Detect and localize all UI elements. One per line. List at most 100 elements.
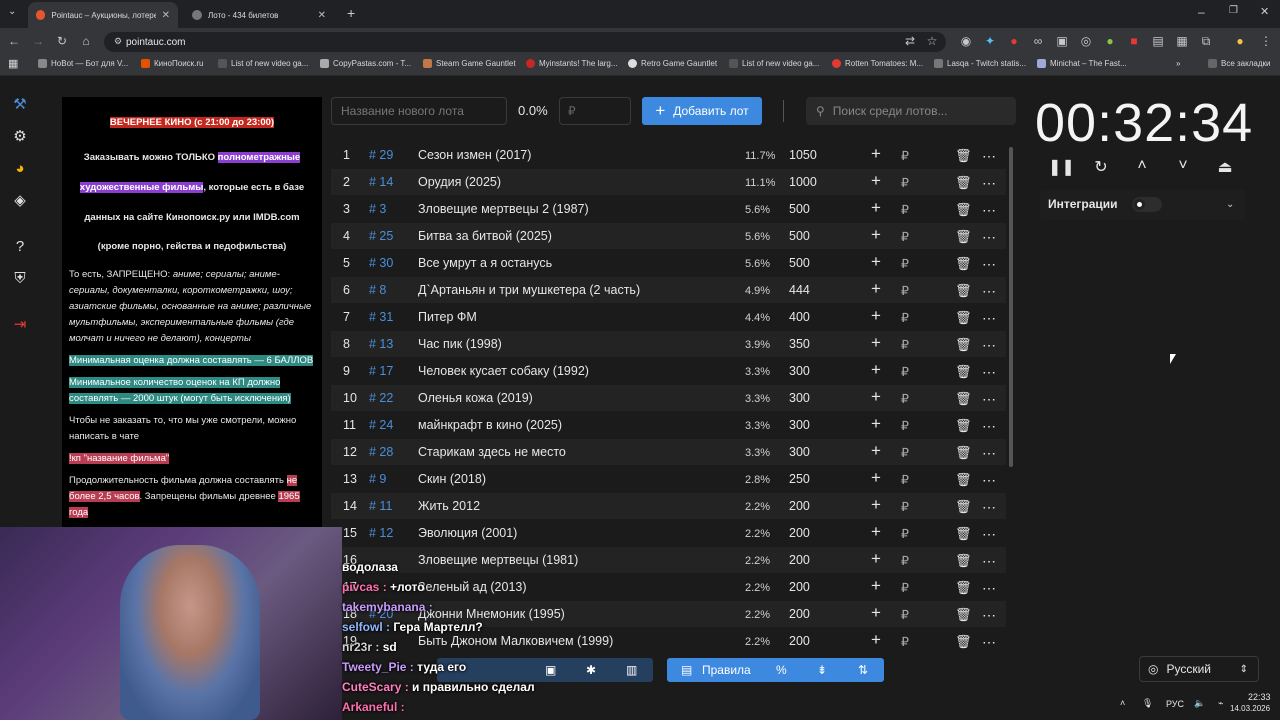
more-dots-icon[interactable]: ⋯ xyxy=(982,202,997,219)
trash-icon[interactable]: 🗑 xyxy=(955,256,972,272)
profile-avatar-icon[interactable]: ● xyxy=(1232,34,1248,48)
add-amount-icon[interactable]: + xyxy=(871,279,881,299)
ruble-icon[interactable]: ₽ xyxy=(901,256,909,271)
rules-icon[interactable]: ▤ xyxy=(681,663,692,677)
lot-name[interactable]: Жить 2012 xyxy=(418,499,480,513)
lot-amount[interactable]: 500 xyxy=(789,256,810,270)
extension-icon[interactable]: ∞ xyxy=(1030,34,1046,48)
more-dots-icon[interactable]: ⋯ xyxy=(982,148,997,165)
trash-icon[interactable]: 🗑 xyxy=(955,499,972,515)
more-dots-icon[interactable]: ⋯ xyxy=(982,310,997,327)
bookmark-item[interactable]: HoBot — Бот для V... xyxy=(38,59,128,68)
lot-amount[interactable]: 444 xyxy=(789,283,810,297)
tab-loto[interactable]: Лото - 434 билетов ✕ xyxy=(184,2,334,28)
ruble-icon[interactable]: ₽ xyxy=(901,337,909,352)
chevron-up-icon[interactable]: ˄ xyxy=(1131,157,1153,175)
reset-icon[interactable]: ↻ xyxy=(1090,157,1112,177)
lot-name[interactable]: Все умрут а я останусь xyxy=(418,256,552,270)
lot-name[interactable]: Быть Джоном Малковичем (1999) xyxy=(418,634,613,648)
more-dots-icon[interactable]: ⋯ xyxy=(982,445,997,462)
bookmark-item[interactable]: Steam Game Gauntlet xyxy=(423,59,516,68)
extension-icon[interactable]: ■ xyxy=(1126,34,1142,48)
bookmark-item[interactable]: CopyPastas.com - T... xyxy=(320,59,411,68)
back-icon[interactable]: ← xyxy=(6,34,22,48)
more-dots-icon[interactable]: ⋯ xyxy=(982,526,997,543)
extension-icon[interactable]: ● xyxy=(1102,34,1118,48)
extension-icon[interactable]: ◎ xyxy=(1078,34,1094,48)
settings-gear-icon[interactable]: ⚙ xyxy=(10,127,30,147)
ruble-icon[interactable]: ₽ xyxy=(901,526,909,541)
ruble-icon[interactable]: ₽ xyxy=(901,472,909,487)
lot-amount[interactable]: 300 xyxy=(789,364,810,378)
chevron-down-icon[interactable]: ˅ xyxy=(1172,157,1194,175)
percent-icon[interactable]: % xyxy=(776,663,787,677)
lot-amount[interactable]: 200 xyxy=(789,607,810,621)
close-tab-icon[interactable]: ✕ xyxy=(318,10,326,21)
lot-name[interactable]: Человек кусает собаку (1992) xyxy=(418,364,589,378)
lot-amount[interactable]: 500 xyxy=(789,202,810,216)
clock-time[interactable]: 22:33 xyxy=(1248,692,1271,702)
eject-up-icon[interactable]: ⏏ xyxy=(1214,157,1236,177)
language-select[interactable]: ◎ Русский ⇕ xyxy=(1139,656,1259,682)
lot-amount[interactable]: 300 xyxy=(789,391,810,405)
wheel-icon[interactable]: ◕ xyxy=(10,159,30,179)
lot-amount[interactable]: 200 xyxy=(789,526,810,540)
lot-amount[interactable]: 200 xyxy=(789,553,810,567)
trash-icon[interactable]: 🗑 xyxy=(955,175,972,191)
trash-icon[interactable]: 🗑 xyxy=(955,607,972,623)
trash-icon[interactable]: 🗑 xyxy=(955,283,972,299)
more-dots-icon[interactable]: ⋯ xyxy=(982,472,997,489)
extension-icon[interactable]: ▣ xyxy=(1054,34,1070,48)
home-icon[interactable]: ⌂ xyxy=(78,34,94,48)
ruble-icon[interactable]: ₽ xyxy=(901,391,909,406)
lot-amount[interactable]: 400 xyxy=(789,310,810,324)
ruble-icon[interactable]: ₽ xyxy=(901,229,909,244)
add-amount-icon[interactable]: + xyxy=(871,171,881,191)
more-dots-icon[interactable]: ⋯ xyxy=(982,229,997,246)
ruble-icon[interactable]: ₽ xyxy=(901,580,909,595)
lot-search-input[interactable]: ⚲ Поиск среди лотов... xyxy=(806,97,1016,125)
add-amount-icon[interactable]: + xyxy=(871,225,881,245)
trash-icon[interactable]: ▥ xyxy=(626,663,637,677)
ruble-icon[interactable]: ₽ xyxy=(901,175,909,190)
ruble-icon[interactable]: ₽ xyxy=(901,553,909,568)
add-amount-icon[interactable]: + xyxy=(871,198,881,218)
bookmark-item[interactable]: List of new video ga... xyxy=(729,59,819,68)
trash-icon[interactable]: 🗑 xyxy=(955,202,972,218)
address-bar[interactable]: pointauc.com xyxy=(104,32,946,52)
bookmark-star-icon[interactable]: ☆ xyxy=(924,34,940,48)
network-icon[interactable]: ⌁ xyxy=(1218,698,1223,709)
add-amount-icon[interactable]: + xyxy=(871,522,881,542)
window-close-icon[interactable]: ✕ xyxy=(1260,5,1269,18)
bookmark-item[interactable]: Rotten Tomatoes: M... xyxy=(832,59,923,68)
ruble-icon[interactable]: ₽ xyxy=(901,499,909,514)
add-amount-icon[interactable]: + xyxy=(871,630,881,650)
more-dots-icon[interactable]: ⋯ xyxy=(982,553,997,570)
lot-amount[interactable]: 200 xyxy=(789,580,810,594)
bookmark-item[interactable]: Myinstants! The larg... xyxy=(526,59,618,68)
lot-name[interactable]: Зеленый ад (2013) xyxy=(418,580,527,594)
new-lot-input[interactable]: Название нового лота xyxy=(331,97,507,125)
lot-name[interactable]: Час пик (1998) xyxy=(418,337,502,351)
tab-pointauc[interactable]: Pointauc – Аукционы, лотереи ✕ xyxy=(28,2,178,28)
rules-button[interactable]: Правила xyxy=(702,663,751,677)
lot-name[interactable]: Битва за битвой (2025) xyxy=(418,229,552,243)
bookmark-item[interactable]: Retro Game Gauntlet xyxy=(628,59,717,68)
more-dots-icon[interactable]: ⋯ xyxy=(982,364,997,381)
speaker-icon[interactable]: 🔈 xyxy=(1194,698,1205,709)
minimize-icon[interactable]: – xyxy=(1198,5,1205,19)
extension-icon[interactable]: ● xyxy=(1006,34,1022,48)
site-info-icon[interactable]: ⚙ xyxy=(110,36,126,47)
ruble-icon[interactable]: ₽ xyxy=(901,418,909,433)
add-amount-icon[interactable]: + xyxy=(871,306,881,326)
lots-scrollbar[interactable] xyxy=(1009,147,1013,467)
add-amount-icon[interactable]: + xyxy=(871,360,881,380)
forward-icon[interactable]: → xyxy=(30,34,46,48)
trash-icon[interactable]: 🗑 xyxy=(955,148,972,164)
extensions-puzzle-icon[interactable]: ⧉ xyxy=(1198,34,1214,49)
new-tab-icon[interactable]: + xyxy=(347,5,355,21)
add-amount-icon[interactable]: + xyxy=(871,495,881,515)
more-dots-icon[interactable]: ⋯ xyxy=(982,607,997,624)
apps-grid-icon[interactable]: ▦ xyxy=(8,57,18,70)
lot-amount[interactable]: 300 xyxy=(789,445,810,459)
